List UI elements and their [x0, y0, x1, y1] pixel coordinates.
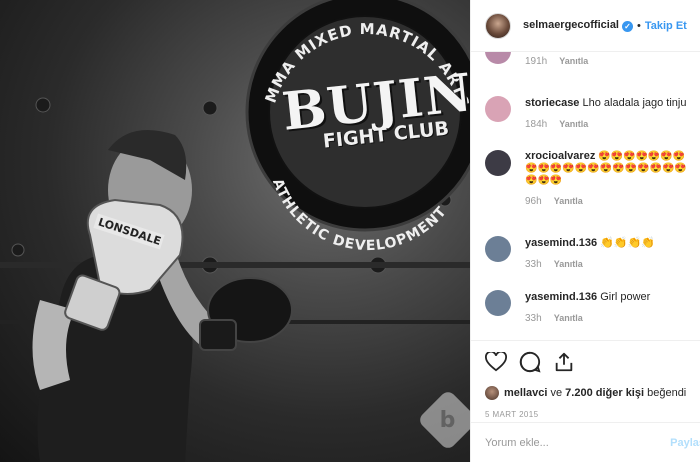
- comment-meta: 184h Yanıtla: [525, 119, 695, 130]
- comment-text: storiecase Lho aladala jago tinju: [525, 96, 695, 110]
- comment-body: 👏👏👏👏: [600, 237, 656, 249]
- commenter-username[interactable]: yasemind.136: [525, 291, 597, 303]
- reply-button[interactable]: Yanıtla: [559, 56, 588, 66]
- likes-summary: mellavci ve 7.200 diğer kişi beğendi: [485, 386, 687, 400]
- comment-input[interactable]: [485, 436, 675, 449]
- comment-list[interactable]: 191h Yanıtla storiecase Lho aladala jago …: [471, 52, 700, 340]
- author-avatar[interactable]: [485, 12, 511, 39]
- likes-count[interactable]: 7.200 diğer kişi: [565, 387, 644, 399]
- commenter-username[interactable]: yasemind.136: [525, 237, 597, 249]
- watermark-letter: b: [440, 407, 456, 433]
- comment-time: 191h: [525, 56, 548, 67]
- author-username-text[interactable]: selmaergecofficial: [523, 19, 619, 31]
- commenter-avatar[interactable]: [485, 52, 511, 64]
- share-icon[interactable]: [553, 351, 575, 376]
- post-sidebar: selmaergecofficial ✓ • Takip Et 191h Yanıt…: [470, 0, 700, 462]
- follow-button[interactable]: Takip Et: [645, 20, 687, 32]
- liker-avatar[interactable]: [485, 386, 499, 400]
- comment-meta: 33h Yanıtla: [525, 313, 695, 324]
- liker-username[interactable]: mellavci: [504, 387, 547, 399]
- comment-meta: 191h Yanıtla: [525, 56, 695, 67]
- reply-button[interactable]: Yanıtla: [559, 119, 588, 129]
- comment-body: Girl power: [600, 291, 651, 303]
- comment-item: yasemind.136 👏👏👏👏 33h Yanıtla: [485, 236, 695, 270]
- author-username[interactable]: selmaergecofficial ✓: [523, 19, 633, 32]
- reply-button[interactable]: Yanıtla: [554, 259, 583, 269]
- post-comment-button[interactable]: Paylaş: [670, 437, 700, 449]
- add-comment-bar: Paylaş: [471, 422, 700, 462]
- comment-text: yasemind.136 Girl power: [525, 290, 695, 304]
- post-actions: mellavci ve 7.200 diğer kişi beğendi 5 M…: [471, 340, 700, 419]
- comment-time: 96h: [525, 196, 542, 207]
- reply-button[interactable]: Yanıtla: [554, 313, 583, 323]
- verified-badge-icon: ✓: [622, 21, 633, 32]
- commenter-avatar[interactable]: [485, 236, 511, 262]
- post-photo[interactable]: MMA MIXED MARTIAL ARTS ATHLETIC DEVELOPM…: [0, 0, 470, 462]
- comment-item: 191h Yanıtla: [485, 52, 695, 67]
- commenter-avatar[interactable]: [485, 96, 511, 122]
- action-icons: [485, 350, 687, 376]
- reply-button[interactable]: Yanıtla: [554, 196, 583, 206]
- comment-time: 184h: [525, 119, 548, 130]
- comment-text: yasemind.136 👏👏👏👏: [525, 236, 695, 250]
- commenter-avatar[interactable]: [485, 150, 511, 176]
- commenter-avatar[interactable]: [485, 290, 511, 316]
- comment-item: xrocioalvarez 😍😍😍😍😍😍😍😍😍😍😍😍😍😍😍😍😍😍😍😍😍😍😍 96…: [485, 150, 695, 207]
- likes-connector: ve: [547, 387, 566, 399]
- commenter-username[interactable]: xrocioalvarez: [525, 150, 595, 162]
- comment-time: 33h: [525, 259, 542, 270]
- post-header: selmaergecofficial ✓ • Takip Et: [471, 0, 700, 52]
- comment-item: storiecase Lho aladala jago tinju 184h Ya…: [485, 96, 695, 130]
- comment-body: Lho aladala jago tinju: [582, 97, 687, 109]
- likes-suffix: beğendi: [644, 387, 687, 399]
- comment-meta: 96h Yanıtla: [525, 196, 695, 207]
- commenter-username[interactable]: storiecase: [525, 97, 579, 109]
- header-separator: •: [637, 19, 641, 32]
- heart-icon[interactable]: [485, 350, 507, 375]
- comment-meta: 33h Yanıtla: [525, 259, 695, 270]
- post-date: 5 MART 2015: [485, 410, 539, 419]
- comment-item: yasemind.136 Girl power 33h Yanıtla: [485, 290, 695, 324]
- comment-text: xrocioalvarez 😍😍😍😍😍😍😍😍😍😍😍😍😍😍😍😍😍😍😍😍😍😍😍: [525, 150, 695, 187]
- comment-icon[interactable]: [519, 351, 541, 376]
- comment-time: 33h: [525, 313, 542, 324]
